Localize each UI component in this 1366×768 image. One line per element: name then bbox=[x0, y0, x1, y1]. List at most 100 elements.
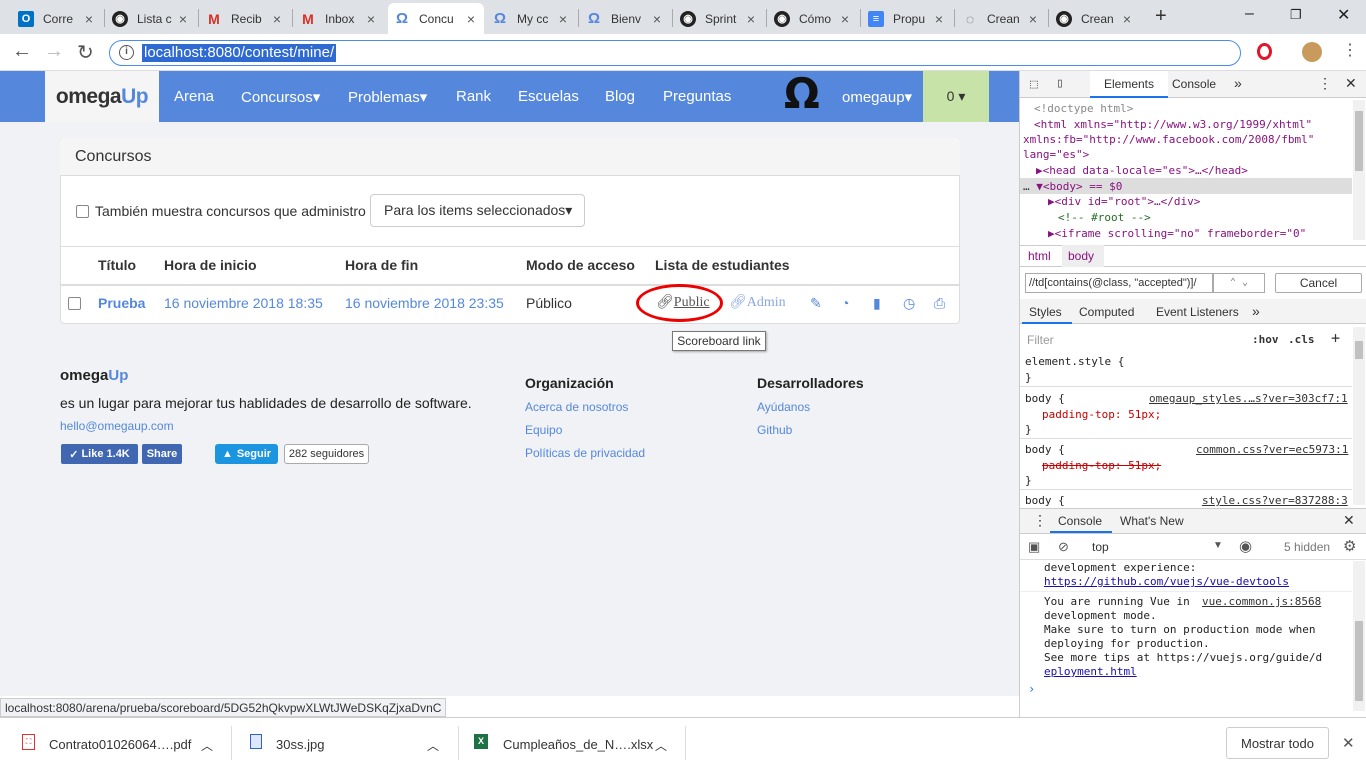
nav-problemas[interactable]: Problemas▾ bbox=[348, 88, 427, 106]
stats-icon[interactable]: ▮ bbox=[873, 295, 889, 311]
notifications-button[interactable]: 0 ▾ bbox=[923, 71, 989, 122]
close-icon[interactable]: × bbox=[1120, 11, 1134, 27]
close-icon[interactable]: × bbox=[464, 11, 478, 27]
download-item[interactable]: Contrato01026064….pdf bbox=[49, 737, 191, 752]
more-tabs-icon[interactable]: » bbox=[1234, 75, 1242, 91]
browser-tab[interactable]: ◉ Sprint × bbox=[674, 3, 764, 34]
nav-blog[interactable]: Blog bbox=[605, 88, 635, 105]
info-icon[interactable]: i bbox=[119, 45, 134, 60]
dashboard-icon[interactable]: ◔ bbox=[841, 295, 857, 311]
menu-dots-icon[interactable]: ⋮ bbox=[1342, 40, 1358, 60]
tab-styles[interactable]: Styles bbox=[1029, 305, 1062, 319]
show-admin-checkbox[interactable] bbox=[76, 205, 89, 218]
nav-concursos[interactable]: Concursos▾ bbox=[241, 88, 320, 106]
close-icon[interactable]: × bbox=[744, 11, 758, 27]
forward-icon[interactable]: → bbox=[44, 40, 64, 63]
clock-icon[interactable]: ◷ bbox=[903, 295, 919, 311]
footer-link-help[interactable]: Ayúdanos bbox=[757, 400, 810, 414]
close-icon[interactable]: × bbox=[364, 11, 378, 27]
print-icon[interactable]: ⎙ bbox=[934, 295, 950, 311]
back-icon[interactable]: ← bbox=[12, 40, 32, 63]
avatar[interactable] bbox=[1302, 42, 1322, 62]
tab-console[interactable]: Console bbox=[1172, 77, 1216, 91]
console-link[interactable]: https://github.com/vuejs/vue-devtools bbox=[1044, 575, 1289, 588]
browser-tab[interactable]: M Recib × bbox=[200, 3, 290, 34]
context-selector[interactable]: top bbox=[1092, 540, 1109, 554]
dom-line[interactable]: lang="es"> bbox=[1023, 148, 1089, 161]
drawer-tab-whats-new[interactable]: What's New bbox=[1120, 514, 1184, 528]
footer-email-link[interactable]: hello@omegaup.com bbox=[60, 419, 174, 433]
browser-tab[interactable]: Ω My cc × bbox=[486, 3, 576, 34]
minimize-icon[interactable]: – bbox=[1245, 5, 1254, 23]
eye-icon[interactable]: ◉ bbox=[1239, 537, 1252, 555]
drawer-tab-console[interactable]: Console bbox=[1058, 514, 1102, 528]
show-all-downloads-button[interactable]: Mostrar todo bbox=[1226, 727, 1329, 759]
browser-tab[interactable]: ◌ Crean × bbox=[956, 3, 1046, 34]
dom-search-input[interactable]: //td[contains(@class, "accepted")]/ bbox=[1025, 273, 1213, 293]
cancel-search-button[interactable]: Cancel bbox=[1275, 273, 1362, 293]
dom-line[interactable]: ▶<iframe scrolling="no" frameborder="0" bbox=[1048, 227, 1306, 240]
css-selector[interactable]: element.style { bbox=[1025, 355, 1124, 368]
dom-line[interactable]: <!-- #root --> bbox=[1058, 211, 1151, 224]
browser-tab[interactable]: ◉ Cómo × bbox=[768, 3, 858, 34]
tab-elements[interactable]: Elements bbox=[1090, 71, 1168, 98]
device-toolbar-icon[interactable]: ▯ bbox=[1056, 76, 1064, 91]
close-icon[interactable]: × bbox=[176, 11, 190, 27]
browser-tab-active[interactable]: Ω Concu × bbox=[388, 3, 484, 34]
hidden-count[interactable]: 5 hidden bbox=[1284, 540, 1330, 554]
facebook-share-button[interactable]: Share bbox=[142, 444, 182, 464]
css-source-link[interactable]: common.css?ver=ec5973:1 bbox=[1196, 443, 1348, 456]
opera-extension-icon[interactable] bbox=[1257, 43, 1272, 60]
browser-tab[interactable]: ≡ Propu × bbox=[862, 3, 952, 34]
clear-console-icon[interactable]: ⊘ bbox=[1058, 539, 1069, 555]
twitter-followers-count[interactable]: 282 seguidores bbox=[284, 444, 369, 464]
nav-preguntas[interactable]: Preguntas bbox=[663, 88, 731, 105]
restore-icon[interactable]: ❐ bbox=[1290, 7, 1302, 23]
close-icon[interactable]: × bbox=[270, 11, 284, 27]
css-selector[interactable]: body { bbox=[1025, 392, 1065, 405]
dom-line-selected[interactable]: … ▼<body> == $0 bbox=[1023, 180, 1122, 193]
css-property[interactable]: padding-top: 51px; bbox=[1042, 408, 1161, 421]
add-rule-icon[interactable]: + bbox=[1331, 329, 1340, 347]
user-menu[interactable]: omegaup▾ bbox=[842, 88, 912, 106]
footer-link-team[interactable]: Equipo bbox=[525, 423, 562, 437]
tab-event-listeners[interactable]: Event Listeners bbox=[1156, 305, 1239, 319]
admin-scoreboard-link[interactable]: 🔗︎Admin bbox=[729, 294, 786, 311]
console-link[interactable]: eployment.html bbox=[1044, 665, 1137, 678]
download-item[interactable]: Cumpleaños_de_N….xlsx bbox=[503, 737, 653, 752]
close-window-icon[interactable]: ✕ bbox=[1337, 5, 1350, 25]
close-icon[interactable]: × bbox=[556, 11, 570, 27]
menu-dots-icon[interactable]: ⋮ bbox=[1318, 75, 1332, 92]
browser-tab[interactable]: Ω Bienv × bbox=[580, 3, 670, 34]
cls-toggle[interactable]: .cls bbox=[1288, 333, 1315, 346]
css-source-link[interactable]: omegaup_styles.…s?ver=303cf7:1 bbox=[1149, 392, 1348, 405]
contest-end-link[interactable]: 16 noviembre 2018 23:35 bbox=[345, 295, 504, 311]
close-icon[interactable]: × bbox=[650, 11, 664, 27]
nav-escuelas[interactable]: Escuelas bbox=[518, 88, 579, 105]
close-download-bar-icon[interactable]: ✕ bbox=[1342, 734, 1355, 752]
browser-tab[interactable]: O Corre × bbox=[12, 3, 102, 34]
facebook-like-button[interactable]: ✓ Like 1.4K bbox=[61, 444, 138, 464]
chevron-up-icon[interactable]: ︿ bbox=[201, 737, 213, 754]
nav-arena[interactable]: Arena bbox=[174, 88, 214, 105]
console-prompt-icon[interactable]: › bbox=[1028, 682, 1035, 696]
css-source-link[interactable]: style.css?ver=837288:3 bbox=[1202, 494, 1348, 507]
css-selector[interactable]: body { bbox=[1025, 443, 1065, 456]
bulk-actions-dropdown[interactable]: Para los items seleccionados▾ bbox=[370, 194, 585, 227]
contest-title-link[interactable]: Prueba bbox=[98, 295, 145, 311]
site-logo[interactable]: omega Up bbox=[45, 71, 159, 122]
chevron-up-icon[interactable]: ︿ bbox=[427, 737, 439, 754]
reload-icon[interactable]: ↻ bbox=[77, 40, 94, 65]
url-text[interactable]: localhost:8080/contest/mine/ bbox=[142, 44, 337, 62]
close-drawer-icon[interactable]: ✕ bbox=[1343, 512, 1355, 529]
css-property-overridden[interactable]: padding-top: 51px; bbox=[1042, 459, 1161, 472]
close-icon[interactable]: ✕ bbox=[1345, 75, 1357, 92]
scrollbar[interactable] bbox=[1355, 111, 1363, 171]
tab-computed[interactable]: Computed bbox=[1079, 305, 1134, 319]
footer-link-github[interactable]: Github bbox=[757, 423, 792, 437]
dom-line[interactable]: <!doctype html> bbox=[1034, 102, 1133, 115]
close-icon[interactable]: × bbox=[932, 11, 946, 27]
styles-filter-input[interactable]: Filter bbox=[1023, 330, 1243, 349]
footer-link-privacy[interactable]: Políticas de privacidad bbox=[525, 446, 645, 460]
nav-rank[interactable]: Rank bbox=[456, 88, 491, 105]
